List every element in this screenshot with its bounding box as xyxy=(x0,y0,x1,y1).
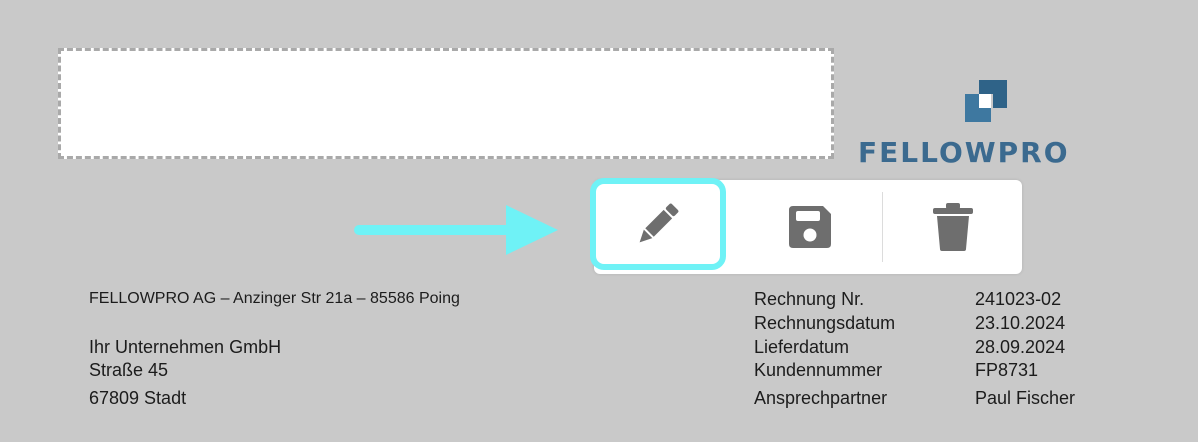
company-logo: FELLOWPRO xyxy=(856,78,1118,170)
pointer-arrow-icon xyxy=(354,205,558,255)
contact-person-label: Ansprechpartner xyxy=(754,388,888,408)
sender-address-line: FELLOWPRO AG – Anzinger Str 21a – 85586 … xyxy=(89,290,460,307)
pencil-icon xyxy=(639,203,679,243)
recipient-company: Ihr Unternehmen GmbH xyxy=(89,337,282,357)
recipient-city: 67809 Stadt xyxy=(89,388,187,408)
delivery-date-label: Lieferdatum xyxy=(754,337,850,357)
delivery-date-value: 28.09.2024 xyxy=(975,337,1066,357)
customer-number-value: FP8731 xyxy=(975,360,1039,380)
image-toolbar xyxy=(590,178,1022,274)
invoice-date-value: 23.10.2024 xyxy=(975,313,1066,333)
logo-wordmark: FELLOWPRO xyxy=(858,136,1070,169)
trash-icon xyxy=(933,203,973,251)
invoice-number-label: Rechnung Nr. xyxy=(754,289,865,309)
logo-mark-icon xyxy=(965,80,1007,122)
contact-person-value: Paul Fischer xyxy=(975,388,1076,408)
header-image-dropzone[interactable] xyxy=(58,48,834,159)
floppy-disk-icon xyxy=(789,206,831,248)
invoice-date-label: Rechnungsdatum xyxy=(754,313,896,333)
customer-number-label: Kundennummer xyxy=(754,360,883,380)
edit-button[interactable] xyxy=(590,178,726,270)
recipient-street: Straße 45 xyxy=(89,360,169,380)
save-button[interactable] xyxy=(740,180,880,274)
toolbar-divider xyxy=(882,192,883,262)
invoice-number-value: 241023-02 xyxy=(975,289,1062,309)
delete-button[interactable] xyxy=(884,180,1022,274)
